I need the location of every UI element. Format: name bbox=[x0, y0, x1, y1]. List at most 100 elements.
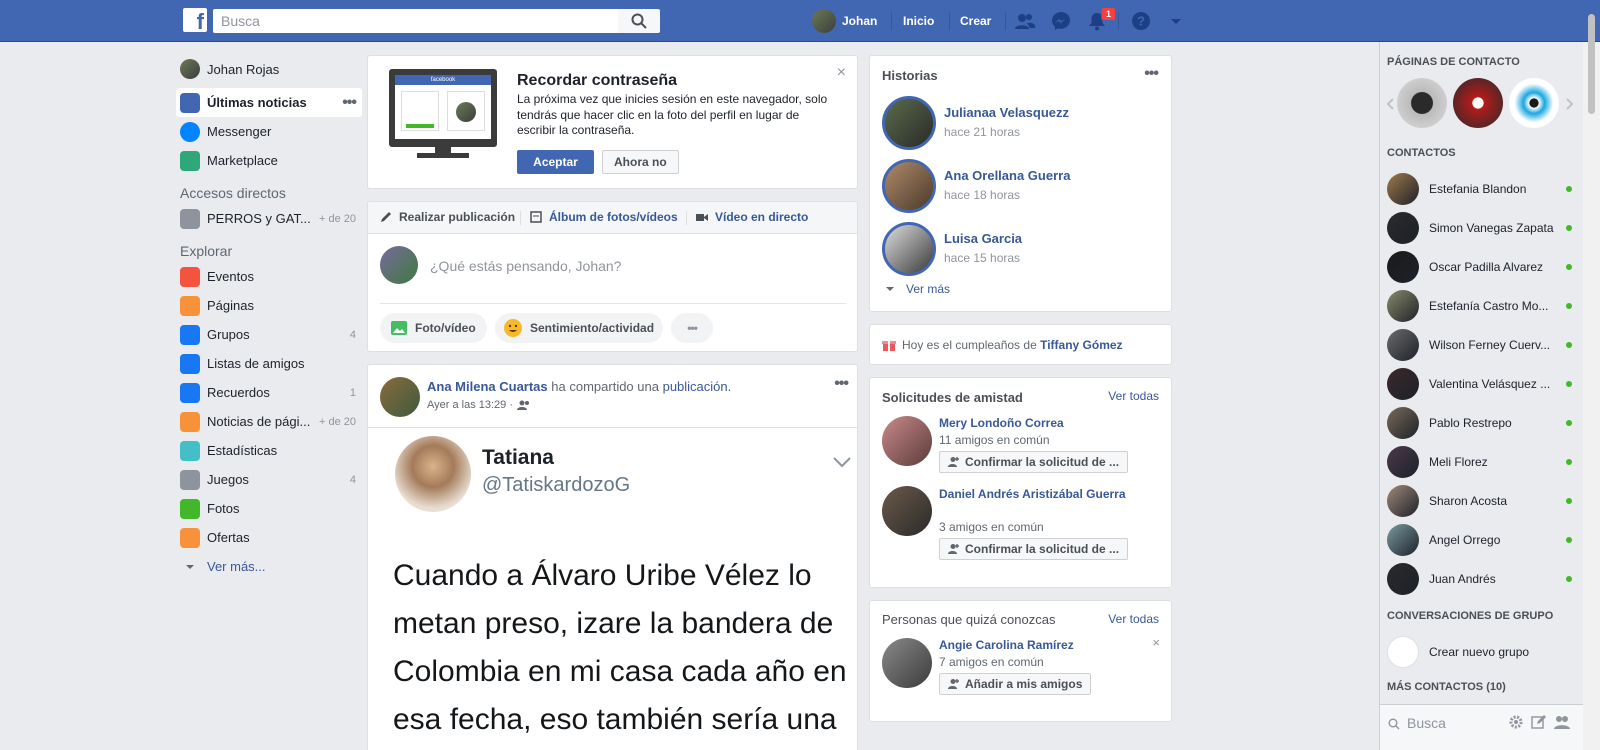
left-nav-messenger[interactable]: Messenger bbox=[180, 117, 362, 146]
contact-item[interactable]: Meli Florez bbox=[1380, 442, 1600, 481]
contact-page-avatar[interactable] bbox=[1397, 78, 1447, 128]
contact-item[interactable]: Juan Andrés bbox=[1380, 559, 1600, 598]
contact-item[interactable]: Valentina Velásquez ... bbox=[1380, 364, 1600, 403]
contact-item[interactable]: Estefania Blandon bbox=[1380, 169, 1600, 208]
left-nav-explore-item[interactable]: Estadísticas bbox=[180, 436, 362, 465]
contact-item[interactable]: Sharon Acosta bbox=[1380, 481, 1600, 520]
create-group-button[interactable]: Crear nuevo grupo bbox=[1380, 632, 1600, 671]
composer-divider bbox=[380, 303, 846, 304]
nav-home-link[interactable]: Inicio bbox=[903, 14, 934, 28]
composer-input[interactable]: ¿Qué estás pensando, Johan? bbox=[430, 258, 621, 274]
pencil-icon bbox=[381, 212, 391, 222]
post-author-avatar[interactable] bbox=[380, 377, 420, 417]
more-contacts-heading[interactable]: MÁS CONTACTOS (10) bbox=[1380, 681, 1506, 693]
post-image[interactable]: Tatiana @TatiskardozoG Cuando a Álvaro U… bbox=[368, 427, 857, 750]
scrollbar[interactable] bbox=[1583, 42, 1600, 750]
left-nav-explore-item[interactable]: Listas de amigos bbox=[180, 349, 362, 378]
left-nav-count: + de 20 bbox=[318, 212, 356, 225]
tab-divider bbox=[686, 211, 687, 225]
help-icon[interactable]: ? bbox=[1130, 10, 1152, 32]
left-nav-label: Recuerdos bbox=[207, 385, 270, 400]
left-nav-explore-item[interactable]: Fotos bbox=[180, 494, 362, 523]
left-nav-marketplace[interactable]: Marketplace bbox=[180, 146, 362, 175]
close-icon[interactable]: × bbox=[837, 64, 846, 82]
group-conversations-heading: CONVERSACIONES DE GRUPO bbox=[1387, 610, 1554, 622]
search-input[interactable] bbox=[213, 9, 619, 33]
contact-name: Simon Vanegas Zapata bbox=[1429, 220, 1554, 235]
see-all-link[interactable]: Ver todas bbox=[1108, 612, 1159, 626]
stories-see-more[interactable]: Ver más bbox=[884, 282, 950, 296]
contact-item[interactable]: Oscar Padilla Alvarez bbox=[1380, 247, 1600, 286]
accept-button[interactable]: Aceptar bbox=[517, 150, 594, 174]
feeling-activity-button[interactable]: Sentimiento/actividad bbox=[495, 313, 663, 343]
composer-card: Realizar publicación Álbum de fotos/víde… bbox=[367, 201, 858, 352]
people-you-may-know-card: Personas que quizá conozcas Ver todas An… bbox=[869, 600, 1172, 722]
compose-icon[interactable] bbox=[1531, 714, 1547, 730]
contact-item[interactable]: Estefanía Castro Mo... bbox=[1380, 286, 1600, 325]
friend-requests-icon[interactable] bbox=[1014, 10, 1036, 32]
online-indicator-icon bbox=[1566, 575, 1572, 582]
facebook-logo[interactable]: f bbox=[183, 8, 207, 32]
pymk-name[interactable]: Angie Carolina Ramírez bbox=[939, 638, 1074, 652]
messenger-icon[interactable] bbox=[1050, 10, 1072, 32]
confirm-request-button[interactable]: Confirmar la solicitud de ... bbox=[939, 451, 1129, 473]
nav-create-link[interactable]: Crear bbox=[960, 14, 991, 28]
nav-profile-link[interactable]: Johan bbox=[812, 9, 877, 33]
story-item[interactable]: Luisa Garcia hace 15 horas bbox=[882, 220, 1162, 283]
photo-video-button[interactable]: Foto/vídeo bbox=[380, 313, 487, 343]
scrollbar-thumb[interactable] bbox=[1588, 14, 1595, 114]
group-icon bbox=[1387, 635, 1419, 668]
chevron-left-icon[interactable] bbox=[1385, 97, 1395, 111]
left-nav-explore-item[interactable]: Ofertas bbox=[180, 523, 362, 552]
chevron-down-icon[interactable] bbox=[1165, 10, 1187, 32]
request-name[interactable]: Daniel Andrés Aristizábal Guerra bbox=[939, 486, 1139, 502]
add-friend-button[interactable]: Añadir a mis amigos bbox=[939, 673, 1092, 695]
contact-item[interactable]: Simon Vanegas Zapata bbox=[1380, 208, 1600, 247]
left-nav-shortcut[interactable]: PERROS y GAT... + de 20 bbox=[180, 204, 362, 233]
tab-live[interactable]: Vídeo en directo bbox=[695, 210, 808, 224]
contact-pages-heading: PÁGINAS DE CONTACTO bbox=[1387, 56, 1520, 68]
see-more-link[interactable]: Ver más... bbox=[180, 552, 362, 581]
contact-item[interactable]: Wilson Ferney Cuerv... bbox=[1380, 325, 1600, 364]
see-all-link[interactable]: Ver todas bbox=[1108, 389, 1159, 403]
confirm-request-button[interactable]: Confirmar la solicitud de ... bbox=[939, 538, 1129, 560]
left-nav-explore-item[interactable]: Eventos bbox=[180, 262, 362, 291]
story-item[interactable]: Julianaa Velasquezz hace 21 horas bbox=[882, 94, 1162, 157]
contact-item[interactable]: Angel Orrego bbox=[1380, 520, 1600, 559]
request-name[interactable]: Mery Londoño Correa bbox=[939, 416, 1064, 430]
left-nav-explore-item[interactable]: Noticias de pági... + de 20 bbox=[180, 407, 362, 436]
contact-page-avatar[interactable] bbox=[1453, 78, 1503, 128]
contact-item[interactable]: Pablo Restrepo bbox=[1380, 403, 1600, 442]
decline-button[interactable]: Ahora no bbox=[602, 150, 679, 174]
tab-album[interactable]: Álbum de fotos/vídeos bbox=[529, 210, 678, 224]
request-avatar[interactable] bbox=[882, 486, 932, 536]
story-item[interactable]: Ana Orellana Guerra hace 18 horas bbox=[882, 157, 1162, 220]
chat-search-input[interactable]: Busca bbox=[1407, 715, 1446, 731]
gear-icon[interactable] bbox=[1508, 714, 1524, 730]
left-nav-profile[interactable]: Johan Rojas bbox=[180, 56, 362, 82]
post-options-icon[interactable]: ••• bbox=[834, 375, 849, 393]
left-nav-explore-item[interactable]: Grupos 4 bbox=[180, 320, 362, 349]
request-avatar[interactable] bbox=[882, 416, 932, 466]
pymk-avatar[interactable] bbox=[882, 638, 932, 688]
post-object-link[interactable]: publicación. bbox=[663, 379, 732, 394]
more-options-button[interactable]: ••• bbox=[671, 313, 713, 343]
contact-avatar bbox=[1387, 250, 1419, 283]
left-nav-explore-item[interactable]: Recuerdos 1 bbox=[180, 378, 362, 407]
search-button[interactable] bbox=[618, 9, 660, 33]
post-time[interactable]: Ayer a las 13:29 · bbox=[427, 399, 513, 411]
left-nav-explore-item[interactable]: Juegos 4 bbox=[180, 465, 362, 494]
birthday-name[interactable]: Tiffany Gómez bbox=[1040, 338, 1122, 352]
left-nav-explore-item[interactable]: Páginas bbox=[180, 291, 362, 320]
tab-post[interactable]: Realizar publicación bbox=[379, 210, 515, 224]
chevron-right-icon[interactable] bbox=[1565, 97, 1575, 111]
stories-options-icon[interactable]: ••• bbox=[1144, 65, 1159, 83]
left-nav-news-feed[interactable]: Últimas noticias ••• bbox=[176, 88, 362, 117]
close-icon[interactable]: × bbox=[1152, 635, 1160, 650]
more-options-icon[interactable]: ••• bbox=[342, 94, 357, 112]
new-group-icon[interactable] bbox=[1554, 714, 1570, 730]
post-meta: Ayer a las 13:29 · bbox=[427, 399, 531, 411]
post-author[interactable]: Ana Milena Cuartas bbox=[427, 379, 548, 394]
left-nav-count: 4 bbox=[349, 473, 356, 486]
contact-page-avatar[interactable] bbox=[1509, 78, 1559, 128]
